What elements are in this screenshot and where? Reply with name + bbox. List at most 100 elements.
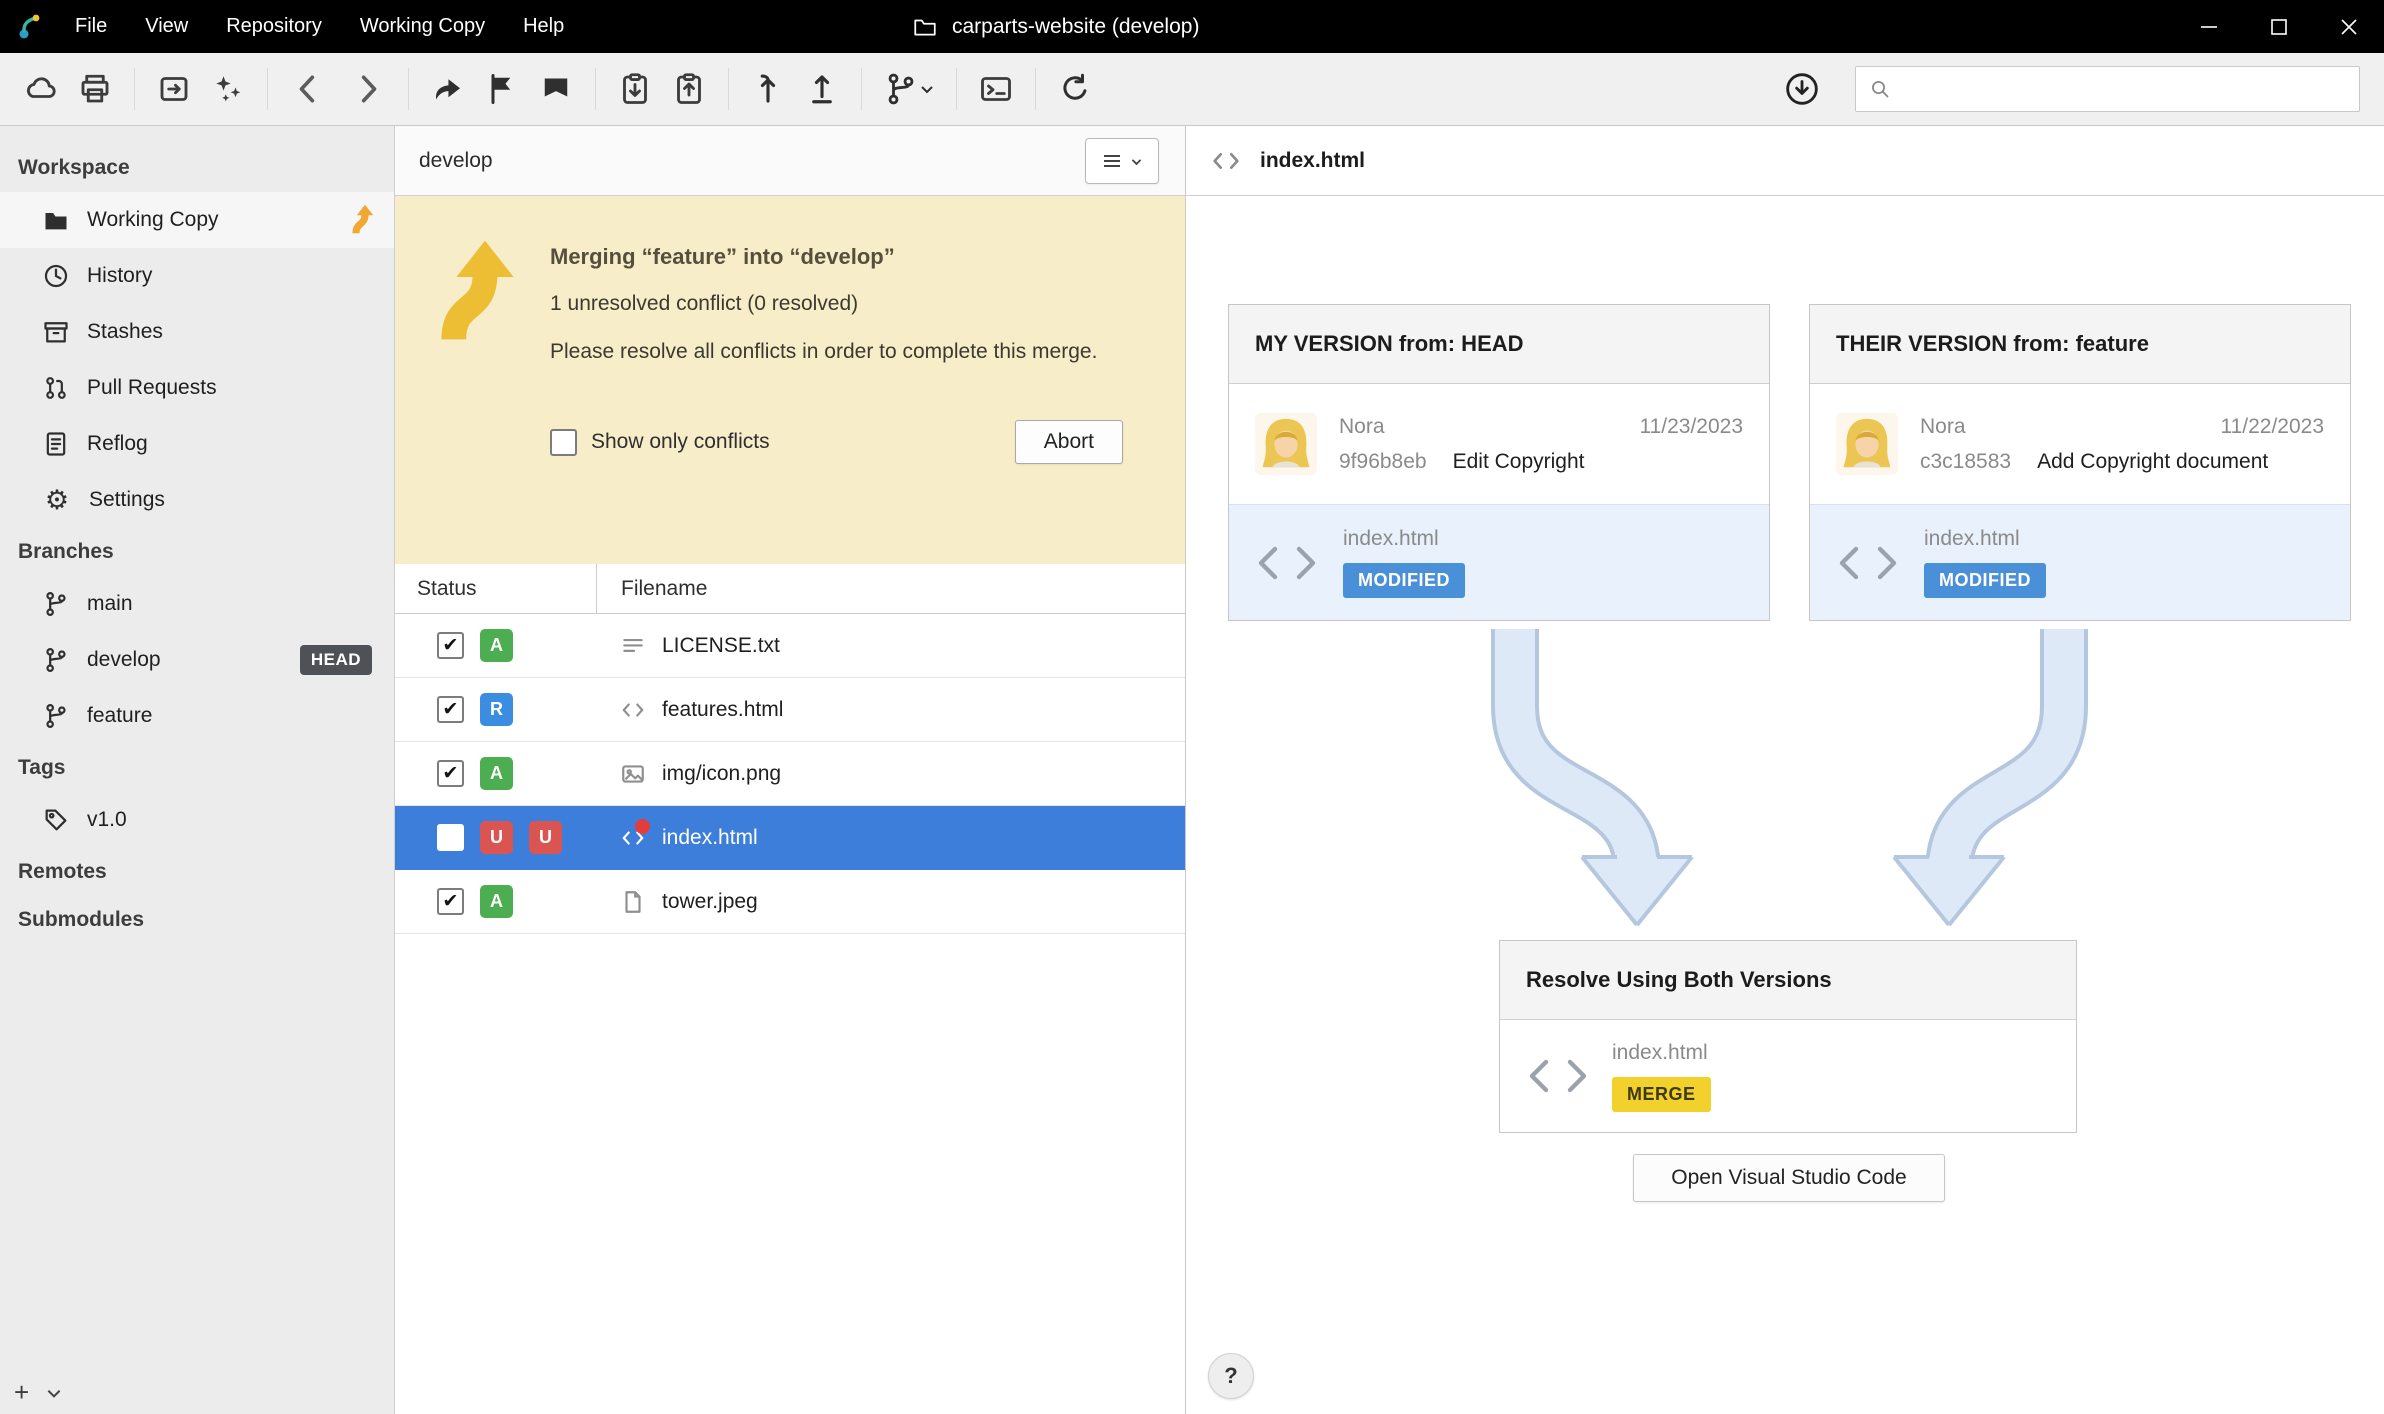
checkbox-icon[interactable] — [437, 888, 464, 915]
sidebar-item-settings[interactable]: ⚙ Settings — [0, 472, 394, 528]
sidebar-item-working-copy[interactable]: Working Copy — [0, 192, 394, 248]
file-row-license[interactable]: A LICENSE.txt — [395, 614, 1185, 678]
gear-icon: ⚙ — [42, 487, 72, 514]
titlebar: File View Repository Working Copy Help c… — [0, 0, 2384, 53]
workspace-section-header: Workspace — [0, 144, 394, 192]
toolbar-separator — [408, 68, 409, 110]
cloud-icon[interactable] — [14, 63, 68, 115]
chevron-down-icon[interactable] — [45, 1384, 63, 1402]
share-arrow-icon[interactable] — [421, 63, 475, 115]
my-version-file[interactable]: index.html MODIFIED — [1229, 504, 1769, 620]
abort-button[interactable]: Abort — [1015, 420, 1123, 464]
sidebar-item-stashes[interactable]: Stashes — [0, 304, 394, 360]
banner-flag-icon[interactable] — [529, 63, 583, 115]
resolve-both-versions-card[interactable]: Resolve Using Both Versions index.html M… — [1499, 940, 2077, 1133]
checkbox-icon[interactable] — [437, 632, 464, 659]
filename: index.html — [1924, 527, 2046, 551]
filename: LICENSE.txt — [662, 634, 780, 658]
checkout-box-icon[interactable] — [147, 63, 201, 115]
file-row-index-selected[interactable]: UU index.html — [395, 806, 1185, 870]
sparkles-icon[interactable] — [201, 63, 255, 115]
add-button[interactable]: + — [14, 1377, 29, 1408]
merge-conflict-summary: 1 unresolved conflict (0 resolved) — [550, 292, 1127, 316]
folder-icon — [42, 206, 70, 234]
code-file-icon — [620, 825, 646, 851]
conflict-detail-panel: index.html MY VERSION from: HEAD Nora11/… — [1186, 126, 2384, 1414]
their-version-file[interactable]: index.html MODIFIED — [1810, 504, 2350, 620]
code-file-icon — [1255, 540, 1319, 586]
modified-badge: MODIFIED — [1924, 563, 2046, 598]
head-badge: HEAD — [300, 645, 372, 675]
menu-file[interactable]: File — [56, 0, 126, 53]
checkbox-icon[interactable] — [437, 824, 464, 851]
open-vscode-button[interactable]: Open Visual Studio Code — [1633, 1154, 1945, 1202]
menu-help[interactable]: Help — [504, 0, 583, 53]
sidebar-item-history[interactable]: History — [0, 248, 394, 304]
chevron-down-icon — [1130, 155, 1143, 168]
sidebar-item-pull-requests[interactable]: Pull Requests — [0, 360, 394, 416]
download-icon[interactable] — [1773, 63, 1831, 115]
terminal-icon[interactable] — [969, 63, 1023, 115]
tag-icon — [42, 806, 70, 834]
sidebar-item-label: Reflog — [87, 432, 148, 456]
merge-title: Merging “feature” into “develop” — [550, 244, 1127, 270]
status-badge-unmerged: U — [480, 821, 513, 854]
sidebar-branch-main[interactable]: main — [0, 576, 394, 632]
filename-column-header[interactable]: Filename — [596, 564, 1185, 613]
file-row-icon-png[interactable]: A img/icon.png — [395, 742, 1185, 806]
sidebar-branch-feature[interactable]: feature — [0, 688, 394, 744]
merge-in-progress-icon — [350, 204, 380, 234]
app-window: File View Repository Working Copy Help c… — [0, 0, 2384, 1414]
code-file-icon — [1210, 145, 1242, 177]
status-column-header[interactable]: Status — [395, 564, 596, 613]
toolbar — [0, 53, 2384, 126]
pull-arrow-icon[interactable] — [741, 63, 795, 115]
help-button[interactable]: ? — [1208, 1353, 1254, 1399]
printer-icon[interactable] — [68, 63, 122, 115]
commit-hash: c3c18583 — [1920, 450, 2011, 474]
window-controls — [2174, 0, 2384, 53]
submodules-section-header: Submodules — [0, 896, 394, 944]
clipboard-down-icon[interactable] — [608, 63, 662, 115]
search-input[interactable] — [1855, 66, 2360, 112]
checkbox-icon[interactable] — [437, 760, 464, 787]
filename: index.html — [1612, 1041, 1711, 1065]
menu-view[interactable]: View — [126, 0, 207, 53]
maximize-button[interactable] — [2244, 0, 2314, 53]
tag-label: v1.0 — [87, 808, 127, 832]
toolbar-separator — [595, 68, 596, 110]
search-icon — [1868, 77, 1892, 101]
their-version-card[interactable]: THEIR VERSION from: feature Nora11/22/20… — [1809, 304, 2351, 621]
show-only-conflicts-checkbox[interactable]: Show only conflicts — [550, 429, 770, 456]
sidebar-branch-develop[interactable]: develop HEAD — [0, 632, 394, 688]
menu-working-copy[interactable]: Working Copy — [341, 0, 504, 53]
checkbox-icon[interactable] — [550, 429, 577, 456]
flag-icon[interactable] — [475, 63, 529, 115]
sidebar-item-reflog[interactable]: Reflog — [0, 416, 394, 472]
commit-date: 11/23/2023 — [1639, 415, 1743, 439]
branch-icon — [42, 702, 70, 730]
forward-chevron-icon[interactable] — [338, 63, 396, 115]
file-row-features[interactable]: R features.html — [395, 678, 1185, 742]
code-file-icon — [620, 697, 646, 723]
push-arrow-icon[interactable] — [795, 63, 849, 115]
checkbox-icon[interactable] — [437, 696, 464, 723]
minimize-button[interactable] — [2174, 0, 2244, 53]
clipboard-up-icon[interactable] — [662, 63, 716, 115]
menu-repository[interactable]: Repository — [207, 0, 341, 53]
back-chevron-icon[interactable] — [280, 63, 338, 115]
branch-label: main — [87, 592, 133, 616]
toolbar-right — [1773, 63, 2384, 115]
close-button[interactable] — [2314, 0, 2384, 53]
file-list-options-button[interactable] — [1085, 138, 1159, 184]
file-row-tower[interactable]: A tower.jpeg — [395, 870, 1185, 934]
sidebar-tag-v1[interactable]: v1.0 — [0, 792, 394, 848]
commit-message: Add Copyright document — [2037, 450, 2268, 474]
text-file-icon — [620, 633, 646, 659]
searchbox — [1855, 66, 2360, 112]
branch-menu-icon[interactable] — [874, 63, 944, 115]
resolve-file[interactable]: index.html MERGE — [1500, 1020, 2076, 1132]
my-version-card[interactable]: MY VERSION from: HEAD Nora11/23/2023 9f9… — [1228, 304, 1770, 621]
refresh-icon[interactable] — [1048, 63, 1102, 115]
sidebar: Workspace Working Copy History Stashes P… — [0, 126, 395, 1414]
